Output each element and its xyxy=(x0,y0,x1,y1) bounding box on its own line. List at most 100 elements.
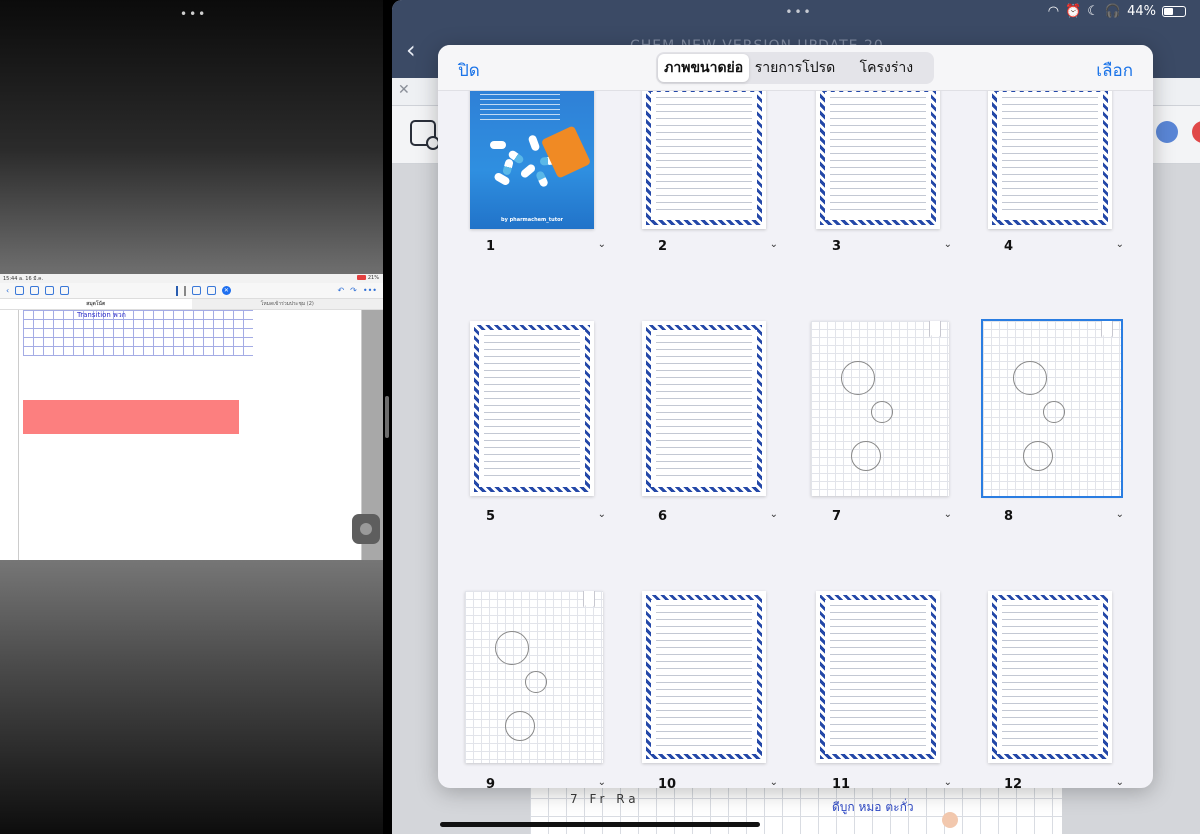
color-swatch-blue[interactable] xyxy=(1156,121,1178,143)
sketch-circle xyxy=(495,631,529,665)
close-button[interactable]: ปิด xyxy=(458,57,480,84)
page-thumbnail[interactable] xyxy=(988,591,1112,763)
page-options-chevron-icon[interactable]: ⌄ xyxy=(598,239,606,250)
page-options-chevron-icon[interactable]: ⌄ xyxy=(1116,239,1124,250)
page-number: 8 xyxy=(1004,509,1014,524)
zoom-lasso-icon[interactable] xyxy=(410,120,440,150)
page-thumbnail[interactable] xyxy=(465,591,603,763)
page-options-chevron-icon[interactable]: ⌄ xyxy=(1116,509,1124,520)
cover-credit: by pharmachem_tutor xyxy=(500,217,563,223)
page-label-row: 11 ⌄ xyxy=(806,777,966,788)
page-options-chevron-icon[interactable]: ⌄ xyxy=(770,777,778,788)
page-options-chevron-icon[interactable]: ⌄ xyxy=(770,239,778,250)
page-options-chevron-icon[interactable]: ⌄ xyxy=(944,509,952,520)
highlight-block xyxy=(23,400,239,434)
page-number: 3 xyxy=(832,239,842,254)
cover-art: by pharmachem_tutor xyxy=(470,91,594,229)
mini-tab[interactable]: โหมดเข้าร่วมประชุม (2) xyxy=(192,299,384,309)
page-options-chevron-icon[interactable]: ⌄ xyxy=(770,509,778,520)
page-label-row: 5 ⌄ xyxy=(460,509,620,529)
sketch-circle xyxy=(505,711,535,741)
page-thumbnail[interactable] xyxy=(816,91,940,229)
select-button[interactable]: เลือก xyxy=(1096,57,1133,84)
highlighter-icon[interactable] xyxy=(183,285,186,296)
zoom-icon[interactable] xyxy=(30,286,40,295)
canvas-handwriting-blue: ดีบูก หมอ ตะกั่ว xyxy=(832,800,914,814)
page-thumbnail[interactable] xyxy=(470,321,594,496)
page-options-chevron-icon[interactable]: ⌄ xyxy=(1116,777,1124,788)
page-number: 10 xyxy=(658,777,677,788)
lasso-icon[interactable] xyxy=(206,286,216,295)
sketch-circle xyxy=(871,401,893,423)
page-label-row: 7 ⌄ xyxy=(806,509,966,529)
handwritten-note: Transition พวก xyxy=(77,311,126,319)
eraser-icon[interactable] xyxy=(191,286,201,295)
page-thumbnail[interactable] xyxy=(642,321,766,496)
page-number: 2 xyxy=(658,239,668,254)
segment-outline[interactable]: โครงร่าง xyxy=(841,54,932,82)
sketch-circle xyxy=(841,361,875,395)
split-divider-handle[interactable] xyxy=(385,396,389,438)
page-text-lines xyxy=(656,335,752,482)
page-thumbnail[interactable] xyxy=(988,91,1112,229)
page-text-lines xyxy=(830,605,926,749)
page-number: 9 xyxy=(486,777,496,788)
moon-icon: ☾ xyxy=(1087,4,1099,19)
mini-tab-bar: สมุดโน้ต โหมดเข้าร่วมประชุม (2) xyxy=(0,299,383,310)
home-indicator[interactable] xyxy=(440,822,760,827)
battery-icon xyxy=(357,275,367,280)
page-options-chevron-icon[interactable]: ⌄ xyxy=(944,777,952,788)
page-thumbnail[interactable] xyxy=(981,319,1123,498)
battery-icon xyxy=(1162,6,1186,17)
page-thumbnail[interactable] xyxy=(816,591,940,763)
close-circle-icon[interactable]: ✕ xyxy=(221,286,231,295)
more-icon[interactable]: ••• xyxy=(363,286,377,295)
split-multitask-dots[interactable]: ••• xyxy=(180,7,207,21)
page-number: 1 xyxy=(486,239,496,254)
share-icon[interactable] xyxy=(45,286,55,295)
sheet-header: ปิด ภาพขนาดย่อ รายการโปรด โครงร่าง เลือก xyxy=(438,45,1153,91)
segment-thumbnails[interactable]: ภาพขนาดย่อ xyxy=(658,54,750,82)
page-options-chevron-icon[interactable]: ⌄ xyxy=(944,239,952,250)
page-number: 5 xyxy=(486,509,496,524)
undo-icon[interactable]: ↶ xyxy=(337,286,344,295)
back-chevron-icon[interactable]: ‹ xyxy=(406,36,416,64)
page-options-chevron-icon[interactable]: ⌄ xyxy=(598,777,606,788)
close-tab-icon[interactable]: ✕ xyxy=(398,82,410,98)
headphones-icon: 🎧 xyxy=(1104,4,1122,19)
split-multitask-dots[interactable]: ••• xyxy=(784,5,814,19)
status-bar: ◠ ⏰ ☾ 🎧 44% xyxy=(1048,4,1186,19)
wifi-icon: ◠ xyxy=(1047,4,1060,19)
page-text-lines xyxy=(484,335,580,482)
page-options-chevron-icon[interactable]: ⌄ xyxy=(598,509,606,520)
page-text-lines xyxy=(1002,97,1098,215)
alarm-icon: ⏰ xyxy=(1065,4,1082,19)
page-number: 12 xyxy=(1004,777,1023,788)
assistive-touch-button[interactable] xyxy=(352,514,380,544)
page-thumbnail[interactable] xyxy=(642,91,766,229)
page-text-lines xyxy=(656,97,752,215)
view-segmented-control: ภาพขนาดย่อ รายการโปรด โครงร่าง xyxy=(656,52,934,84)
redo-icon[interactable]: ↷ xyxy=(350,286,357,295)
mini-app-window[interactable]: 15:44 a. 16 มี.ค. 21% ‹ ✕ ↶ ↷ ••• สมุดโน… xyxy=(0,274,383,560)
page-label-row: 3 ⌄ xyxy=(806,239,966,259)
page-number: 7 xyxy=(832,509,842,524)
page-thumbnail[interactable] xyxy=(642,591,766,763)
mini-note-page[interactable]: Transition พวก xyxy=(18,310,362,560)
page-thumbnail[interactable] xyxy=(811,321,949,496)
pen-icon[interactable] xyxy=(175,285,178,296)
page-thumbnail[interactable]: by pharmachem_tutor xyxy=(470,91,594,229)
mini-tab[interactable]: สมุดโน้ต xyxy=(0,299,192,309)
sketch-circle xyxy=(851,441,881,471)
page-number: 11 xyxy=(832,777,851,788)
canvas-handwriting: 7 Fr Ra xyxy=(570,792,640,806)
sketch-circle xyxy=(1013,361,1047,395)
page-text-lines xyxy=(830,97,926,215)
segment-favorites[interactable]: รายการโปรด xyxy=(749,54,840,82)
back-chevron-icon[interactable]: ‹ xyxy=(6,286,9,295)
page-label-row: 2 ⌄ xyxy=(632,239,792,259)
grid-icon[interactable] xyxy=(15,286,25,295)
page-number: 6 xyxy=(658,509,668,524)
page-label-row: 8 ⌄ xyxy=(978,509,1138,529)
edit-icon[interactable] xyxy=(60,286,70,295)
